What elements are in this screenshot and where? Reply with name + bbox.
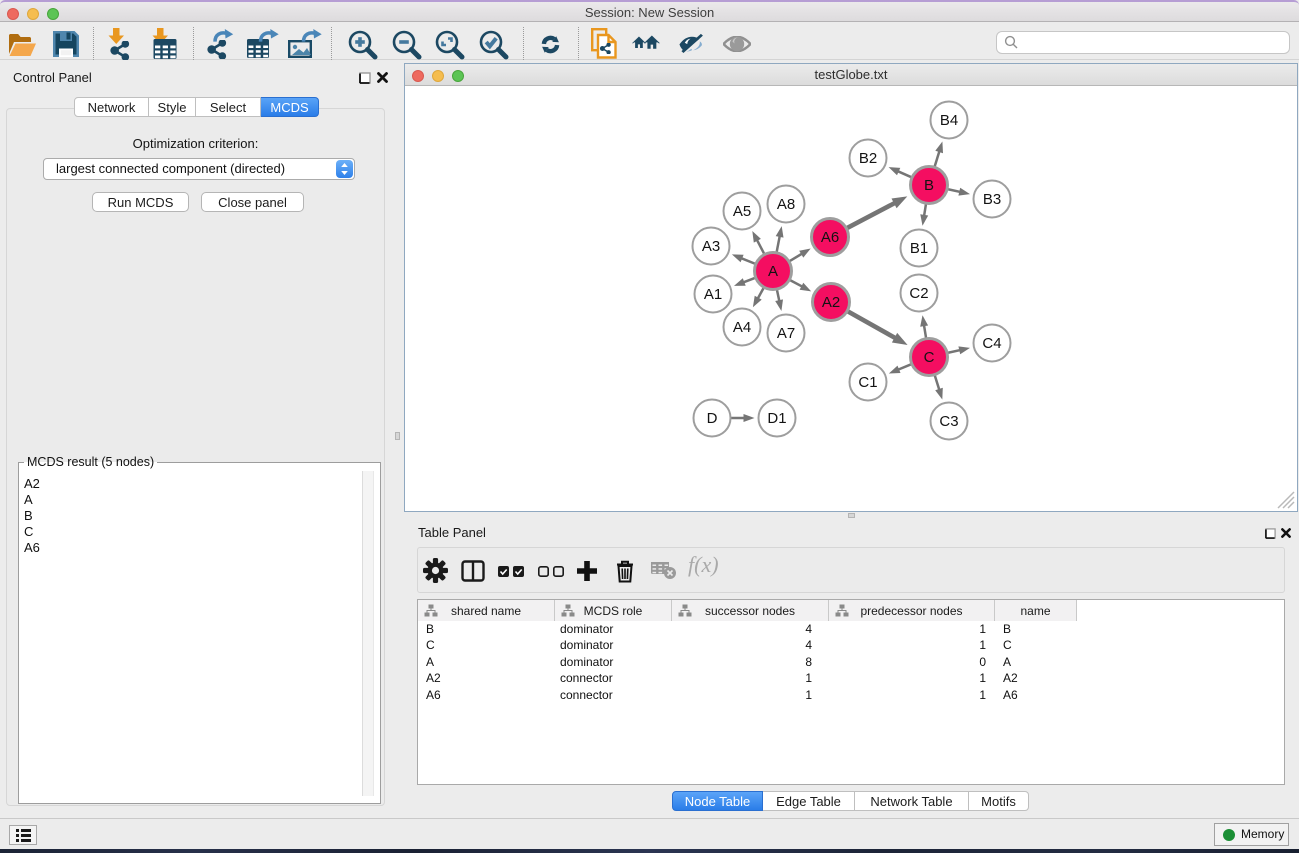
svg-text:C1: C1 [858,374,877,391]
svg-text:A7: A7 [777,325,795,342]
svg-text:A5: A5 [733,203,751,220]
svg-text:C3: C3 [939,413,958,430]
svg-text:A8: A8 [777,196,795,213]
svg-text:D: D [707,410,718,427]
svg-text:A6: A6 [821,229,839,246]
svg-text:B3: B3 [983,191,1001,208]
svg-text:B: B [924,177,934,194]
svg-text:C: C [924,349,935,366]
svg-text:B2: B2 [859,150,877,167]
svg-text:A2: A2 [822,294,840,311]
svg-text:D1: D1 [767,410,786,427]
svg-text:A3: A3 [702,238,720,255]
svg-text:C2: C2 [909,285,928,302]
svg-text:A4: A4 [733,319,751,336]
svg-text:C4: C4 [982,335,1001,352]
svg-text:A: A [768,263,778,280]
svg-text:B1: B1 [910,240,928,257]
svg-text:B4: B4 [940,112,958,129]
svg-text:A1: A1 [704,286,722,303]
